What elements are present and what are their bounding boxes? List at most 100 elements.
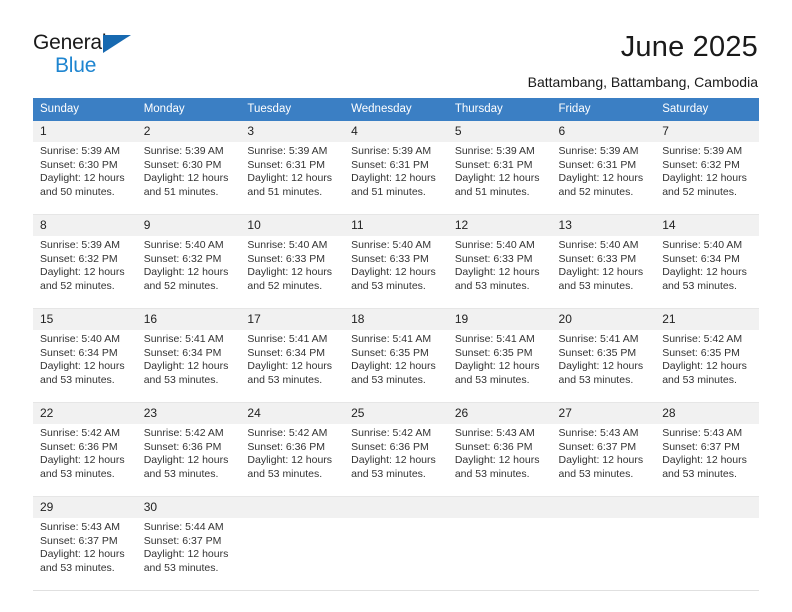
day-sun-info: Sunrise: 5:39 AM Sunset: 6:31 PM Dayligh… (454, 145, 540, 198)
calendar-header: Sunday Monday Tuesday Wednesday Thursday… (33, 98, 759, 121)
day-number-empty (344, 496, 448, 518)
day-number[interactable]: 1 (33, 121, 137, 142)
page-subtitle: Battambang, Battambang, Cambodia (527, 74, 758, 90)
day-cell[interactable]: Sunrise: 5:39 AM Sunset: 6:31 PM Dayligh… (447, 142, 552, 215)
day-cell[interactable]: Sunrise: 5:42 AM Sunset: 6:36 PM Dayligh… (344, 424, 448, 497)
day-cell[interactable]: Sunrise: 5:42 AM Sunset: 6:36 PM Dayligh… (33, 424, 137, 497)
week-daynumber-row: 29 30 (33, 496, 759, 518)
day-number[interactable]: 24 (240, 402, 345, 424)
weekday-header-tuesday: Tuesday (240, 98, 345, 121)
day-cell[interactable]: Sunrise: 5:40 AM Sunset: 6:32 PM Dayligh… (136, 236, 241, 309)
day-number-empty (551, 496, 656, 518)
day-cell[interactable]: Sunrise: 5:43 AM Sunset: 6:36 PM Dayligh… (447, 424, 552, 497)
day-number[interactable]: 13 (551, 214, 656, 236)
brand-name-top: General (33, 32, 153, 54)
day-cell[interactable]: Sunrise: 5:41 AM Sunset: 6:35 PM Dayligh… (447, 330, 552, 403)
day-cell[interactable]: Sunrise: 5:39 AM Sunset: 6:30 PM Dayligh… (33, 142, 137, 215)
day-number[interactable]: 17 (240, 308, 345, 330)
day-number[interactable]: 14 (655, 214, 759, 236)
day-sun-info: Sunrise: 5:40 AM Sunset: 6:33 PM Dayligh… (351, 239, 436, 292)
day-sun-info: Sunrise: 5:44 AM Sunset: 6:37 PM Dayligh… (143, 521, 229, 574)
day-number[interactable]: 26 (447, 402, 552, 424)
day-cell[interactable]: Sunrise: 5:43 AM Sunset: 6:37 PM Dayligh… (33, 518, 137, 591)
day-number[interactable]: 3 (240, 121, 345, 142)
brand-name-bottom: Blue (55, 54, 97, 77)
day-sun-info: Sunrise: 5:43 AM Sunset: 6:37 PM Dayligh… (558, 427, 644, 480)
page-header: General Blue June 2025 Battambang, Batta… (0, 0, 792, 98)
day-sun-info: Sunrise: 5:39 AM Sunset: 6:30 PM Dayligh… (143, 145, 229, 198)
day-cell[interactable]: Sunrise: 5:41 AM Sunset: 6:34 PM Dayligh… (240, 330, 345, 403)
day-cell[interactable]: Sunrise: 5:40 AM Sunset: 6:34 PM Dayligh… (33, 330, 137, 403)
day-number[interactable]: 16 (136, 308, 241, 330)
day-cell[interactable]: Sunrise: 5:43 AM Sunset: 6:37 PM Dayligh… (551, 424, 656, 497)
day-cell[interactable]: Sunrise: 5:40 AM Sunset: 6:33 PM Dayligh… (551, 236, 656, 309)
day-cell[interactable]: Sunrise: 5:40 AM Sunset: 6:33 PM Dayligh… (344, 236, 448, 309)
day-sun-info: Sunrise: 5:39 AM Sunset: 6:32 PM Dayligh… (662, 145, 747, 198)
day-number[interactable]: 7 (655, 121, 759, 142)
day-cell[interactable]: Sunrise: 5:39 AM Sunset: 6:32 PM Dayligh… (655, 142, 759, 215)
day-sun-info: Sunrise: 5:43 AM Sunset: 6:36 PM Dayligh… (454, 427, 540, 480)
day-number[interactable]: 12 (447, 214, 552, 236)
day-cell-empty (551, 518, 656, 591)
day-number[interactable]: 23 (136, 402, 241, 424)
day-sun-info: Sunrise: 5:40 AM Sunset: 6:33 PM Dayligh… (247, 239, 333, 292)
day-number[interactable]: 25 (344, 402, 448, 424)
day-cell[interactable]: Sunrise: 5:41 AM Sunset: 6:35 PM Dayligh… (344, 330, 448, 403)
day-cell[interactable]: Sunrise: 5:39 AM Sunset: 6:30 PM Dayligh… (136, 142, 241, 215)
day-cell[interactable]: Sunrise: 5:39 AM Sunset: 6:31 PM Dayligh… (240, 142, 345, 215)
day-number[interactable]: 30 (136, 496, 241, 518)
day-number[interactable]: 28 (655, 402, 759, 424)
day-cell[interactable]: Sunrise: 5:42 AM Sunset: 6:36 PM Dayligh… (240, 424, 345, 497)
day-cell[interactable]: Sunrise: 5:40 AM Sunset: 6:34 PM Dayligh… (655, 236, 759, 309)
day-number[interactable]: 4 (344, 121, 448, 142)
day-number[interactable]: 27 (551, 402, 656, 424)
day-number[interactable]: 18 (344, 308, 448, 330)
day-cell[interactable]: Sunrise: 5:44 AM Sunset: 6:37 PM Dayligh… (136, 518, 241, 591)
day-cell[interactable]: Sunrise: 5:40 AM Sunset: 6:33 PM Dayligh… (447, 236, 552, 309)
weekday-header-friday: Friday (551, 98, 656, 121)
day-number[interactable]: 19 (447, 308, 552, 330)
calendar-page: General Blue June 2025 Battambang, Batta… (0, 0, 792, 612)
day-number-empty (655, 496, 759, 518)
week-detail-row: Sunrise: 5:43 AM Sunset: 6:37 PM Dayligh… (33, 518, 759, 591)
day-cell-empty (447, 518, 552, 591)
day-number[interactable]: 5 (447, 121, 552, 142)
day-sun-info: Sunrise: 5:39 AM Sunset: 6:30 PM Dayligh… (40, 145, 125, 198)
day-cell[interactable]: Sunrise: 5:41 AM Sunset: 6:35 PM Dayligh… (551, 330, 656, 403)
day-number[interactable]: 20 (551, 308, 656, 330)
day-number[interactable]: 22 (33, 402, 137, 424)
day-cell[interactable]: Sunrise: 5:39 AM Sunset: 6:31 PM Dayligh… (551, 142, 656, 215)
day-number[interactable]: 15 (33, 308, 137, 330)
week-daynumber-row: 15 16 17 18 19 20 21 (33, 308, 759, 330)
week-daynumber-row: 8 9 10 11 12 13 14 (33, 214, 759, 236)
day-sun-info: Sunrise: 5:39 AM Sunset: 6:31 PM Dayligh… (558, 145, 644, 198)
day-cell[interactable]: Sunrise: 5:43 AM Sunset: 6:37 PM Dayligh… (655, 424, 759, 497)
day-cell[interactable]: Sunrise: 5:41 AM Sunset: 6:34 PM Dayligh… (136, 330, 241, 403)
day-number[interactable]: 9 (136, 214, 241, 236)
weekday-header-monday: Monday (136, 98, 241, 121)
day-number[interactable]: 21 (655, 308, 759, 330)
day-cell[interactable]: Sunrise: 5:39 AM Sunset: 6:31 PM Dayligh… (344, 142, 448, 215)
day-sun-info: Sunrise: 5:42 AM Sunset: 6:36 PM Dayligh… (40, 427, 125, 480)
day-cell[interactable]: Sunrise: 5:40 AM Sunset: 6:33 PM Dayligh… (240, 236, 345, 309)
weekday-header-wednesday: Wednesday (344, 98, 448, 121)
day-number[interactable]: 29 (33, 496, 137, 518)
day-number[interactable]: 6 (551, 121, 656, 142)
day-number-empty (447, 496, 552, 518)
day-sun-info: Sunrise: 5:42 AM Sunset: 6:36 PM Dayligh… (143, 427, 229, 480)
day-sun-info: Sunrise: 5:40 AM Sunset: 6:34 PM Dayligh… (40, 333, 125, 386)
week-daynumber-row: 22 23 24 25 26 27 28 (33, 402, 759, 424)
brand-logo[interactable]: General Blue (33, 30, 153, 76)
day-cell[interactable]: Sunrise: 5:39 AM Sunset: 6:32 PM Dayligh… (33, 236, 137, 309)
calendar-body: 1 2 3 4 5 6 7 Sunrise: 5:39 AM Sunset: 6:30 PM … (33, 121, 759, 591)
day-cell[interactable]: Sunrise: 5:42 AM Sunset: 6:36 PM Dayligh… (136, 424, 241, 497)
day-number[interactable]: 11 (344, 214, 448, 236)
day-sun-info: Sunrise: 5:39 AM Sunset: 6:31 PM Dayligh… (351, 145, 436, 198)
day-number[interactable]: 8 (33, 214, 137, 236)
day-number[interactable]: 2 (136, 121, 241, 142)
day-sun-info: Sunrise: 5:41 AM Sunset: 6:34 PM Dayligh… (143, 333, 229, 386)
day-number[interactable]: 10 (240, 214, 345, 236)
day-cell[interactable]: Sunrise: 5:42 AM Sunset: 6:35 PM Dayligh… (655, 330, 759, 403)
triangle-flag-icon (103, 35, 131, 53)
page-title: June 2025 (620, 31, 758, 63)
